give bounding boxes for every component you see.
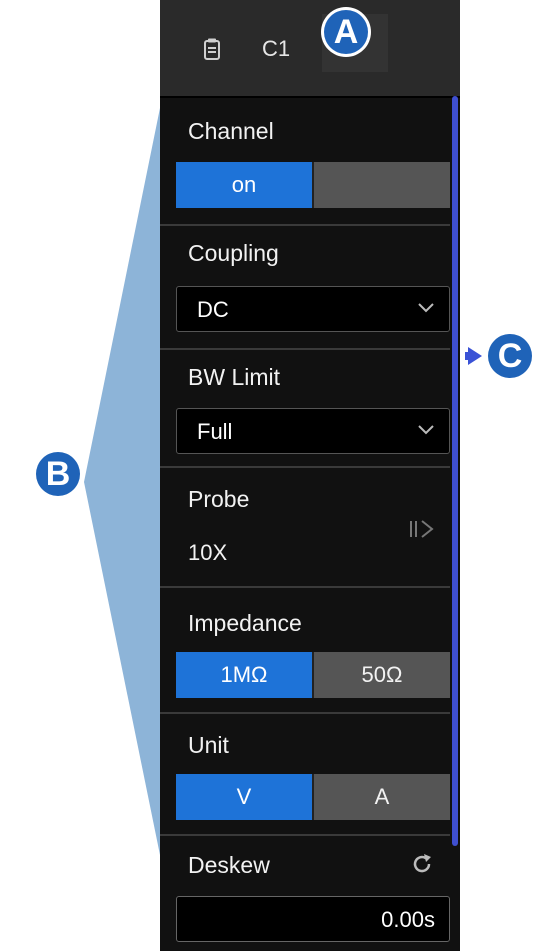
callout-c-badge: C bbox=[488, 334, 532, 378]
impedance-50ohm-option[interactable]: 50Ω bbox=[312, 652, 450, 698]
document-icon[interactable] bbox=[204, 38, 220, 60]
coupling-select[interactable]: DC bbox=[176, 286, 450, 332]
bw-limit-label: BW Limit bbox=[188, 364, 280, 390]
callout-c-arrow-icon bbox=[468, 347, 482, 365]
callout-a-badge: A bbox=[324, 10, 368, 54]
divider bbox=[160, 348, 450, 350]
bw-limit-select[interactable]: Full bbox=[176, 408, 450, 454]
divider bbox=[160, 466, 450, 468]
unit-toggle[interactable]: V A bbox=[176, 774, 450, 820]
scrollbar[interactable] bbox=[452, 96, 458, 846]
divider bbox=[160, 834, 450, 836]
probe-label: Probe bbox=[188, 486, 250, 512]
channel-on-option[interactable]: on bbox=[176, 162, 312, 208]
divider bbox=[160, 712, 450, 714]
coupling-label: Coupling bbox=[188, 240, 279, 266]
chevron-down-icon bbox=[418, 303, 434, 313]
deskew-input[interactable]: 0.00s bbox=[176, 896, 450, 942]
callout-b-badge: B bbox=[36, 452, 80, 496]
channel-label: Channel bbox=[188, 118, 274, 144]
divider bbox=[160, 224, 450, 226]
impedance-label: Impedance bbox=[188, 610, 302, 636]
impedance-toggle[interactable]: 1MΩ 50Ω bbox=[176, 652, 450, 698]
reset-icon[interactable] bbox=[410, 852, 434, 876]
probe-expand-icon[interactable] bbox=[408, 518, 438, 540]
unit-v-option[interactable]: V bbox=[176, 774, 312, 820]
channel-toggle[interactable]: on bbox=[176, 162, 450, 208]
probe-value: 10X bbox=[188, 540, 228, 565]
channel-title[interactable]: C1 bbox=[262, 36, 290, 62]
unit-a-option[interactable]: A bbox=[312, 774, 450, 820]
panel-header: C1 bbox=[160, 0, 460, 98]
bw-limit-value: Full bbox=[197, 419, 233, 444]
channel-settings-panel: C1 Channel on Coupling DC BW Limit Full … bbox=[160, 0, 460, 951]
deskew-label: Deskew bbox=[188, 852, 270, 878]
coupling-value: DC bbox=[197, 297, 229, 322]
unit-label: Unit bbox=[188, 732, 229, 758]
chevron-down-icon bbox=[418, 425, 434, 435]
divider bbox=[160, 586, 450, 588]
impedance-1mohm-option[interactable]: 1MΩ bbox=[176, 652, 312, 698]
channel-off-option[interactable] bbox=[312, 162, 450, 208]
deskew-value: 0.00s bbox=[381, 907, 435, 932]
